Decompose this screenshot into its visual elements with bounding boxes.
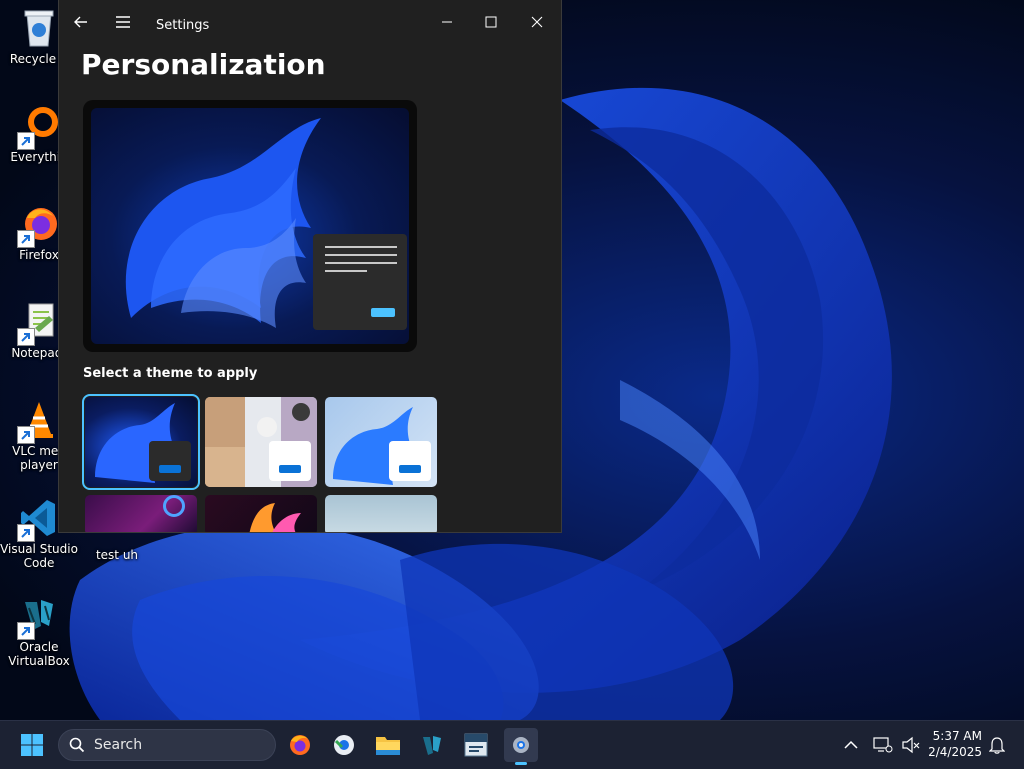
desktop-icon-label: test uh: [95, 548, 139, 562]
shortcut-arrow-icon: [17, 426, 35, 444]
section-label: Select a theme to apply: [83, 366, 258, 381]
back-arrow-icon: [74, 16, 87, 28]
show-hidden-icons-button[interactable]: [836, 729, 866, 761]
shortcut-arrow-icon: [17, 132, 35, 150]
system-clock[interactable]: 5:37 AM 2/4/2025: [928, 728, 982, 760]
network-status-button[interactable]: [868, 729, 898, 761]
theme-tile-windows-light[interactable]: [325, 397, 437, 487]
speaker-muted-icon: [902, 736, 920, 754]
settings-window: Settings Personalization Select a theme …: [58, 0, 562, 533]
theme-tile-spotlight[interactable]: [205, 397, 317, 487]
close-icon: [531, 16, 543, 28]
spotlight-badge-icon: [292, 403, 310, 421]
maximize-icon: [485, 16, 497, 28]
back-button[interactable]: [67, 10, 95, 34]
taskbar-x64dbg[interactable]: [460, 729, 492, 761]
shortcut-arrow-icon: [17, 230, 35, 248]
virtualbox-icon: [17, 596, 59, 640]
firefox-icon: [290, 735, 310, 755]
taskbar-search-box[interactable]: Search: [58, 729, 276, 761]
search-icon: [69, 737, 85, 753]
vscode-icon: [17, 498, 59, 542]
firefox-icon: [17, 204, 59, 248]
start-button[interactable]: [16, 729, 48, 761]
glow-circle-icon: [163, 495, 185, 517]
theme-tile-glow[interactable]: [85, 495, 197, 532]
theme-tile-windows-dark[interactable]: [82, 394, 200, 490]
maximize-button[interactable]: [477, 10, 505, 34]
vlc-cone-icon: [17, 400, 59, 444]
desktop-icon-test-uh[interactable]: test uh: [78, 548, 156, 562]
network-icon: [873, 737, 893, 753]
notification-button[interactable]: [984, 729, 1010, 761]
preview-dialog-mockup: [313, 234, 407, 330]
desktop-icon-label: Visual Studio Code: [0, 542, 78, 570]
browser-globe-icon: [334, 735, 354, 755]
hamburger-menu-icon: [116, 16, 130, 28]
recycle-bin-icon: [19, 8, 59, 48]
shortcut-arrow-icon: [17, 328, 35, 346]
theme-tile-window-mockup: [149, 441, 191, 481]
shortcut-arrow-icon: [17, 524, 35, 542]
close-button[interactable]: [523, 10, 551, 34]
theme-preview-wallpaper: [91, 108, 409, 344]
taskbar-firefox[interactable]: [284, 729, 316, 761]
shortcut-arrow-icon: [17, 622, 35, 640]
folder-icon: [376, 737, 400, 755]
debugger-icon: [464, 733, 488, 757]
page-title: Personalization: [81, 48, 326, 81]
theme-tile-window-mockup: [389, 441, 431, 481]
desktop-icon-virtualbox[interactable]: Oracle VirtualBox: [0, 596, 78, 668]
search-label: Search: [94, 737, 143, 753]
clock-date: 2/4/2025: [928, 745, 982, 759]
minimize-button[interactable]: [433, 10, 461, 34]
theme-tile-window-mockup: [269, 441, 311, 481]
desktop-icon-label: Oracle VirtualBox: [8, 640, 70, 668]
theme-tile-captured-motion[interactable]: [205, 495, 317, 532]
taskbar-virtualbox[interactable]: [416, 729, 448, 761]
clock-time: 5:37 AM: [932, 729, 982, 743]
volume-button[interactable]: [896, 729, 926, 761]
minimize-icon: [442, 21, 452, 23]
chevron-up-icon: [844, 740, 858, 749]
theme-tile-flow[interactable]: [325, 495, 437, 532]
notepad-plus-plus-icon: [17, 302, 59, 346]
taskbar-chrome[interactable]: [328, 729, 360, 761]
windows-logo-icon: [21, 734, 43, 756]
taskbar-file-explorer[interactable]: [372, 729, 404, 761]
everything-search-icon: [17, 106, 59, 150]
window-title: Settings: [156, 18, 210, 33]
active-app-indicator: [515, 762, 527, 765]
virtualbox-icon: [423, 736, 441, 755]
title-bar: Settings: [59, 0, 561, 44]
bell-icon: [989, 737, 1005, 754]
theme-preview: [83, 100, 417, 352]
gear-icon: [513, 737, 529, 753]
taskbar: Search 5:37 AM 2/4/2025: [0, 720, 1024, 769]
navigation-menu-button[interactable]: [109, 10, 137, 34]
taskbar-settings[interactable]: [504, 728, 538, 765]
